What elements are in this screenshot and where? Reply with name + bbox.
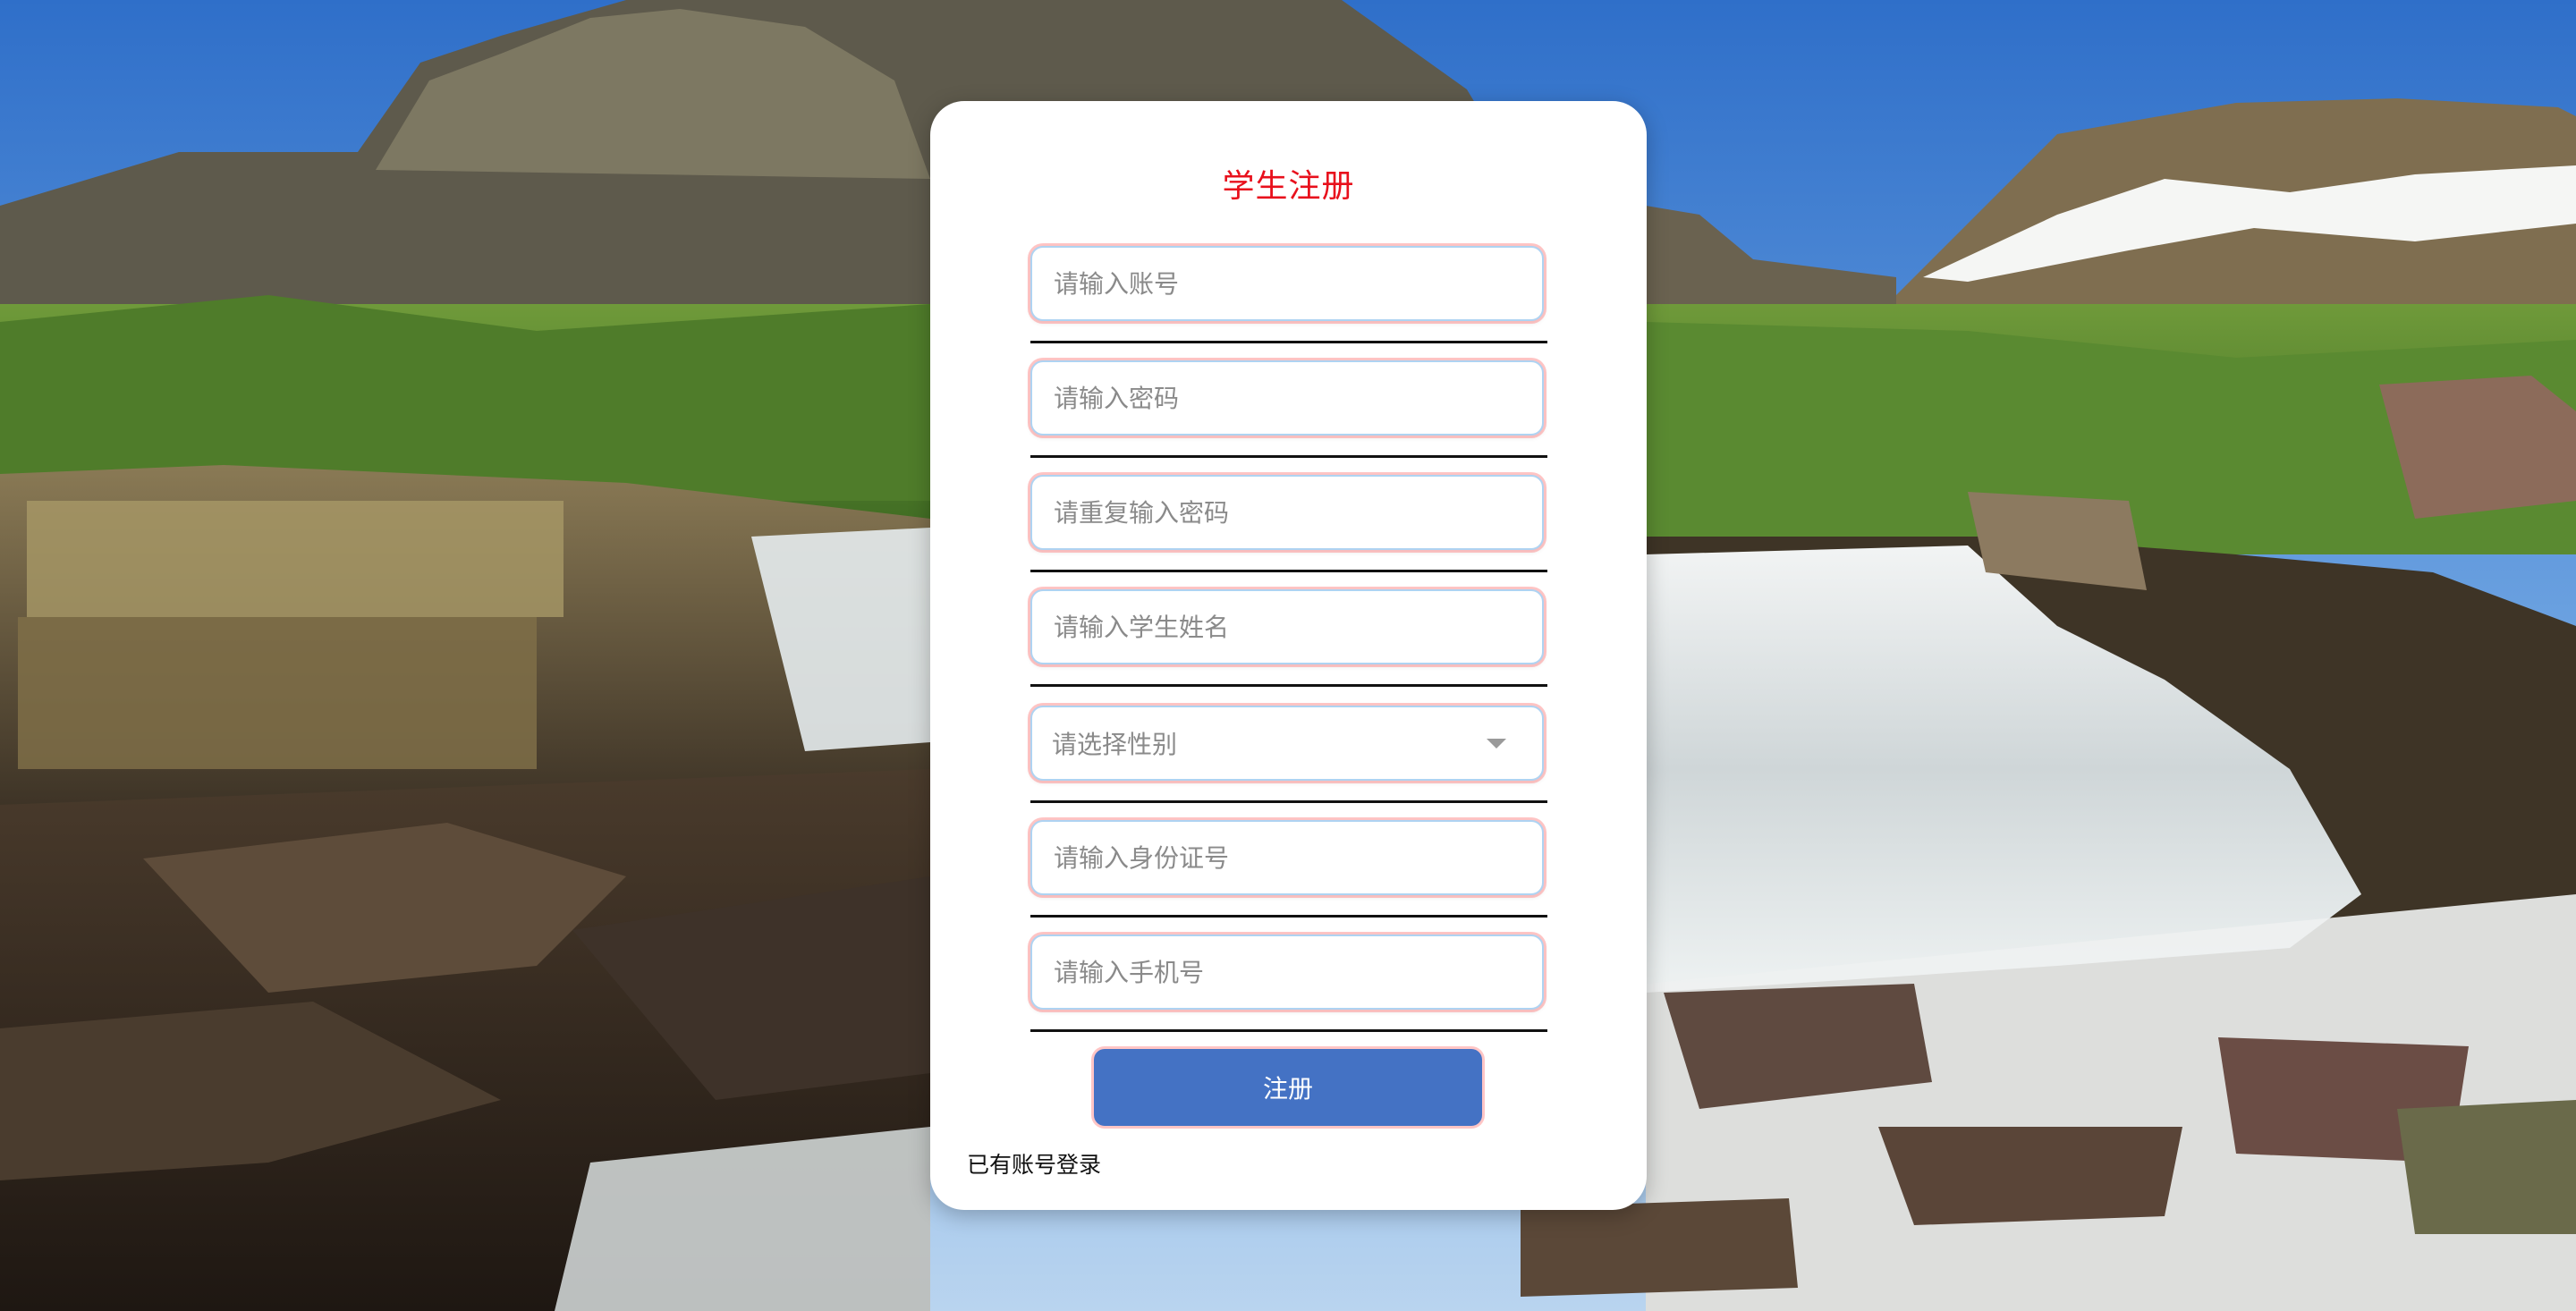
id-card-field-wrapper — [1030, 820, 1544, 895]
account-row — [1030, 246, 1547, 360]
id-card-input[interactable] — [1052, 842, 1542, 874]
password-input[interactable] — [1052, 382, 1542, 414]
divider — [1030, 684, 1547, 687]
gender-row: 请选择性别 — [1030, 706, 1547, 820]
register-card: 学生注册 请选择性别 — [930, 101, 1647, 1210]
confirm-password-field-wrapper — [1030, 475, 1544, 550]
phone-field-wrapper — [1030, 935, 1544, 1010]
account-field-wrapper — [1030, 246, 1544, 321]
divider — [1030, 915, 1547, 918]
form-title: 学生注册 — [1222, 168, 1355, 205]
account-input[interactable] — [1052, 267, 1542, 300]
phone-row — [1030, 935, 1547, 1049]
chevron-down-icon — [1487, 738, 1506, 749]
id-card-row — [1030, 820, 1547, 935]
gender-select-placeholder: 请选择性别 — [1052, 730, 1178, 759]
phone-input[interactable] — [1052, 956, 1542, 988]
student-name-row — [1030, 589, 1547, 704]
divider — [1030, 800, 1547, 803]
divider — [1030, 570, 1547, 572]
divider — [1030, 455, 1547, 458]
confirm-password-row — [1030, 475, 1547, 589]
gender-select[interactable]: 请选择性别 — [1030, 706, 1544, 781]
login-link[interactable]: 已有账号登录 — [967, 1147, 1101, 1180]
confirm-password-input[interactable] — [1052, 496, 1542, 529]
password-row — [1030, 360, 1547, 475]
divider — [1030, 1029, 1547, 1032]
student-name-field-wrapper — [1030, 589, 1544, 664]
password-field-wrapper — [1030, 360, 1544, 436]
student-name-input[interactable] — [1052, 611, 1542, 643]
register-button[interactable]: 注册 — [1094, 1049, 1482, 1126]
divider — [1030, 341, 1547, 343]
